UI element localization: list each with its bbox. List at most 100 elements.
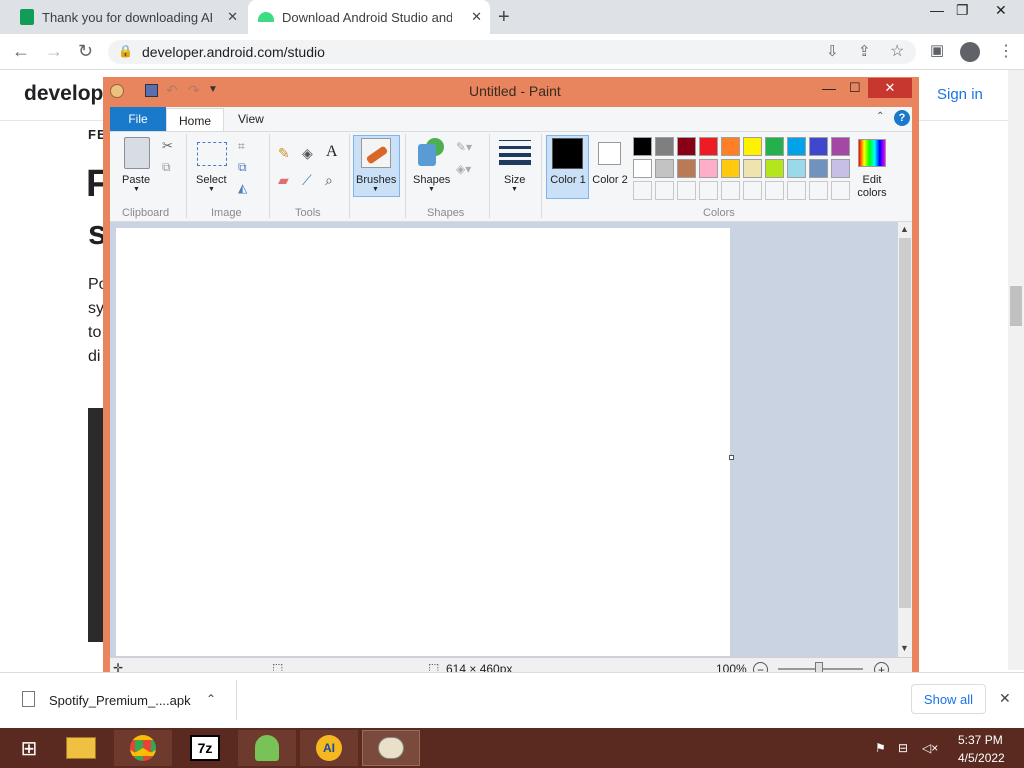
color-swatch[interactable] <box>743 159 762 178</box>
shapes-icon[interactable] <box>418 138 444 166</box>
network-icon[interactable]: ⊟ <box>898 741 908 755</box>
drawing-canvas[interactable] <box>116 228 730 656</box>
color-swatch[interactable] <box>831 137 850 156</box>
chevron-down-icon[interactable]: ▼ <box>428 186 435 193</box>
color-swatch[interactable] <box>699 137 718 156</box>
page-scrollbar[interactable] <box>1008 70 1024 670</box>
android-studio-icon[interactable] <box>238 730 296 766</box>
color-swatch[interactable] <box>677 181 696 200</box>
windows-start-icon[interactable]: ⊞ <box>0 730 58 766</box>
chevron-down-icon[interactable]: ▼ <box>372 186 379 193</box>
clock-time[interactable]: 5:37 PM <box>958 733 1003 747</box>
7zip-icon[interactable]: 7z <box>176 730 234 766</box>
clock-date[interactable]: 4/5/2022 <box>958 751 1005 765</box>
rotate-icon[interactable]: ◭ <box>238 181 247 195</box>
chevron-up-icon[interactable]: ⌃ <box>206 692 216 706</box>
edit-colors-button[interactable]: Edit colors <box>852 174 892 200</box>
scroll-thumb[interactable] <box>899 238 911 608</box>
restore-icon[interactable]: ❐ <box>956 2 969 19</box>
color-swatch[interactable] <box>721 159 740 178</box>
fill-icon[interactable]: ◈▾ <box>456 162 471 176</box>
profile-avatar[interactable] <box>960 42 980 62</box>
customize-qat-icon[interactable]: ▼ <box>208 84 218 95</box>
color-swatch[interactable] <box>787 137 806 156</box>
file-explorer-icon[interactable] <box>52 730 110 766</box>
side-panel-icon[interactable]: ▣ <box>930 41 944 59</box>
color1-label[interactable]: Color 1 <box>549 174 587 187</box>
color-swatch[interactable] <box>787 159 806 178</box>
bookmark-star-icon[interactable]: ☆ <box>890 41 904 61</box>
color2-label[interactable]: Color 2 <box>591 174 629 187</box>
collapse-ribbon-icon[interactable]: ⌃ <box>876 111 884 122</box>
close-window-icon[interactable]: ✕ <box>995 2 1007 19</box>
chevron-down-icon[interactable]: ▼ <box>208 186 215 193</box>
close-icon[interactable]: ✕ <box>999 690 1011 707</box>
color-swatch[interactable] <box>765 137 784 156</box>
chevron-down-icon[interactable]: ▼ <box>511 186 518 193</box>
color-swatch[interactable] <box>655 159 674 178</box>
copy-icon[interactable]: ⧉ <box>162 160 171 175</box>
text-tool-icon[interactable]: A <box>326 143 338 161</box>
color-swatch[interactable] <box>655 181 674 200</box>
color-swatch[interactable] <box>809 159 828 178</box>
tab-android-studio[interactable]: Download Android Studio and SDK ✕ <box>248 0 490 34</box>
select-icon[interactable] <box>197 142 227 166</box>
flag-icon[interactable]: ⚑ <box>875 741 886 755</box>
color-swatch[interactable] <box>743 137 762 156</box>
shapes-button[interactable]: Shapes <box>413 174 450 186</box>
reload-icon[interactable]: ↻ <box>78 41 93 62</box>
undo-icon[interactable]: ↶ <box>166 82 178 99</box>
back-icon[interactable]: ← <box>12 41 30 62</box>
color-swatch[interactable] <box>721 137 740 156</box>
site-logo[interactable]: develope <box>24 82 115 106</box>
paste-button[interactable]: Paste <box>122 174 150 186</box>
minimize-icon[interactable]: — <box>822 80 836 96</box>
canvas-resize-handle[interactable] <box>729 455 734 460</box>
color-swatch[interactable] <box>655 137 674 156</box>
tab-home[interactable]: Home <box>166 108 224 132</box>
chevron-down-icon[interactable]: ▼ <box>133 186 140 193</box>
rainbow-icon[interactable] <box>858 139 886 167</box>
size-button[interactable]: Size <box>504 174 525 186</box>
new-tab-icon[interactable]: + <box>498 6 510 29</box>
scroll-up-icon[interactable]: ▲ <box>900 224 909 234</box>
color-picker-icon[interactable]: ⟋ <box>302 172 312 189</box>
close-icon[interactable]: ✕ <box>868 78 912 98</box>
color-swatch[interactable] <box>699 159 718 178</box>
sign-in-link[interactable]: Sign in <box>937 86 983 103</box>
color-swatch[interactable] <box>743 181 762 200</box>
close-icon[interactable]: ✕ <box>227 9 238 25</box>
maximize-icon[interactable]: ☐ <box>849 80 861 96</box>
paint-taskbar-icon[interactable] <box>362 730 420 766</box>
color-swatch[interactable] <box>721 181 740 200</box>
color-swatch[interactable] <box>677 159 696 178</box>
scroll-down-icon[interactable]: ▼ <box>900 643 909 653</box>
tab-apk[interactable]: Thank you for downloading APK ✕ <box>10 0 246 34</box>
url-text[interactable]: developer.android.com/studio <box>142 44 325 60</box>
resize-icon[interactable]: ⧉ <box>238 160 247 175</box>
close-icon[interactable]: ✕ <box>471 9 482 25</box>
color-swatch[interactable] <box>809 137 828 156</box>
menu-dots-icon[interactable]: ⋮ <box>998 41 1014 61</box>
tab-file[interactable]: File <box>110 107 166 131</box>
color-swatch[interactable] <box>765 181 784 200</box>
download-item[interactable]: Spotify_Premium_....apk <box>49 693 191 708</box>
brush-icon[interactable] <box>361 138 391 168</box>
forward-icon[interactable]: → <box>45 41 63 62</box>
chrome-icon[interactable] <box>114 730 172 766</box>
redo-icon[interactable]: ↷ <box>188 82 200 99</box>
size-icon[interactable] <box>499 139 531 165</box>
clipboard-icon[interactable] <box>124 137 150 169</box>
color1-swatch[interactable] <box>552 138 583 169</box>
outline-icon[interactable]: ✎▾ <box>456 140 472 154</box>
minimize-icon[interactable]: — <box>930 2 944 18</box>
save-icon[interactable] <box>145 84 158 97</box>
cut-icon[interactable]: ✂ <box>162 138 173 154</box>
color-swatch[interactable] <box>809 181 828 200</box>
share-icon[interactable]: ⇪ <box>858 42 871 60</box>
color-swatch[interactable] <box>699 181 718 200</box>
help-icon[interactable]: ? <box>894 110 910 126</box>
eraser-icon[interactable]: ▰ <box>278 172 289 189</box>
tab-view[interactable]: View <box>238 112 264 126</box>
color-swatch[interactable] <box>831 159 850 178</box>
